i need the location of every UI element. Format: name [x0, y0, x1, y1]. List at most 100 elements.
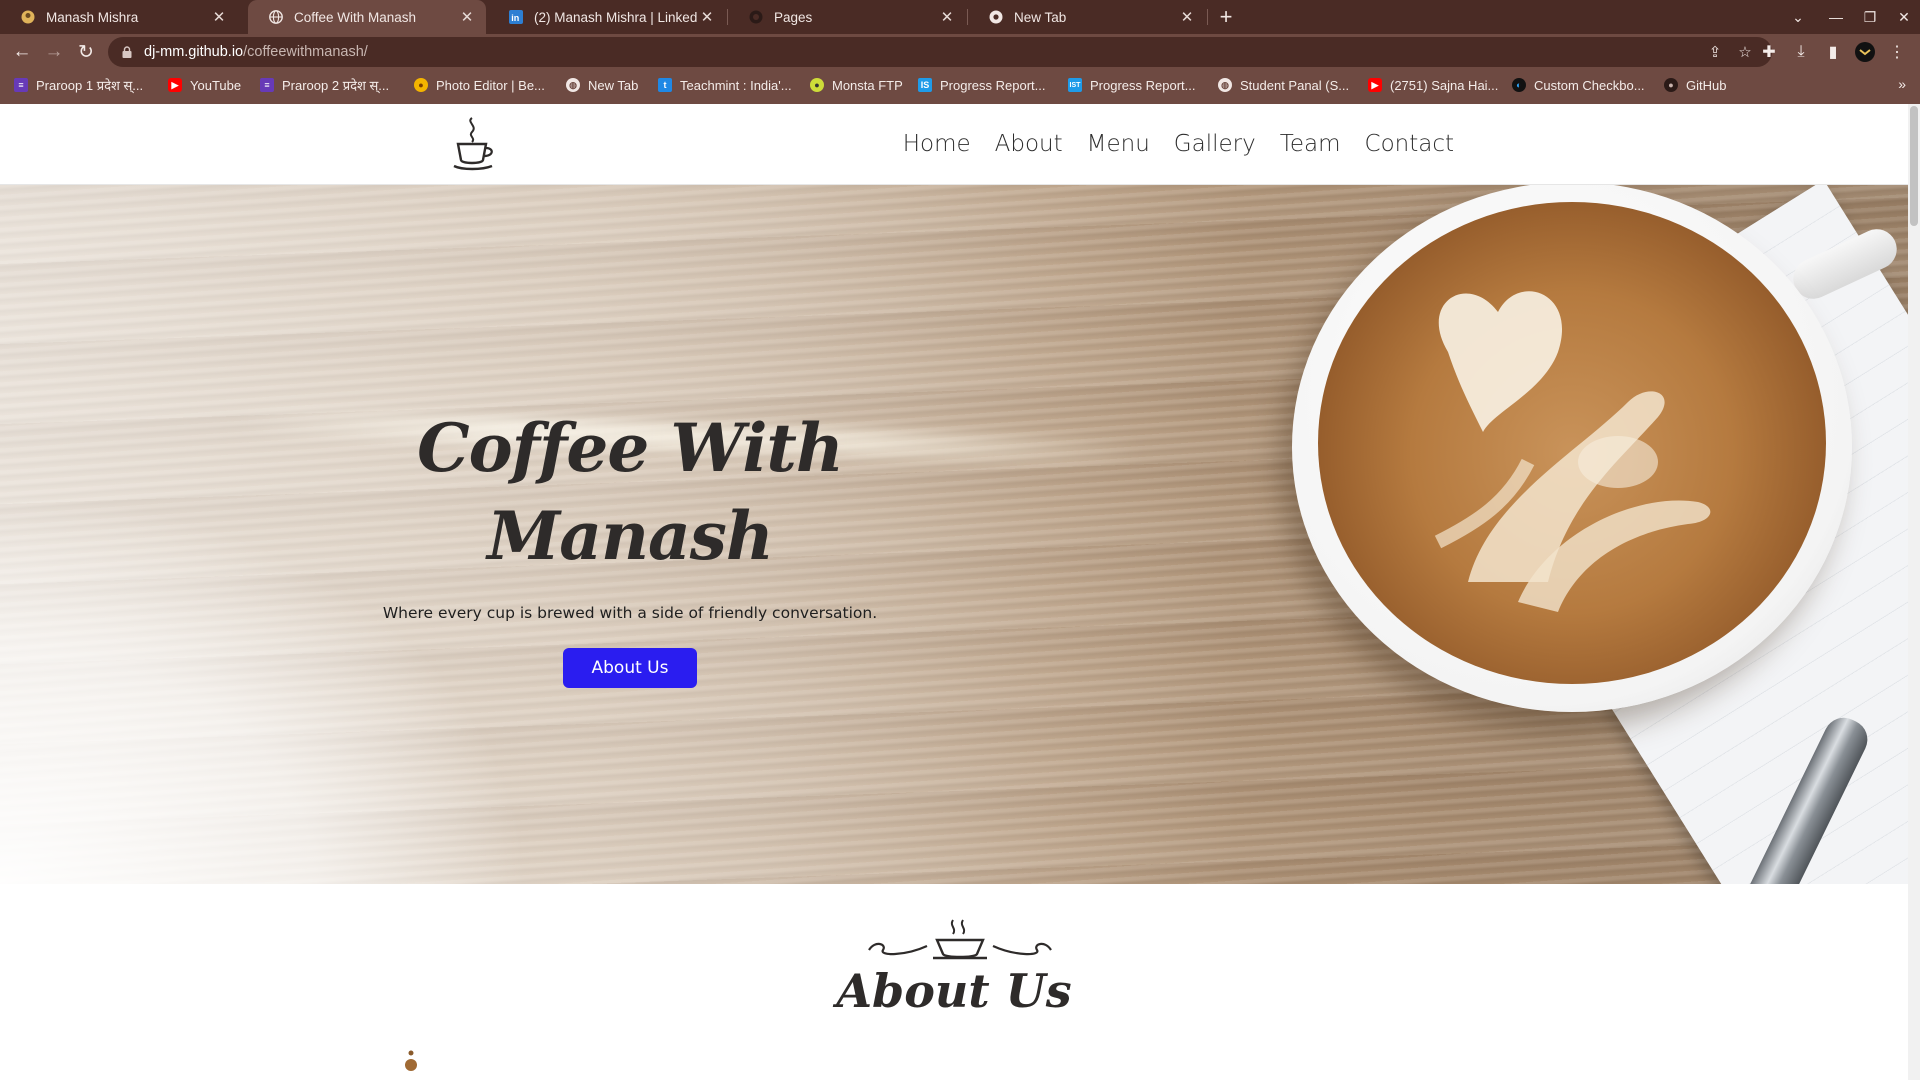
close-icon[interactable]: ✕	[698, 8, 716, 26]
close-icon[interactable]: ✕	[1178, 8, 1196, 26]
site-header: Home About Menu Gallery Team Contact	[0, 104, 1908, 185]
hero-title: Coffee With Manash	[380, 404, 880, 580]
bookmark-label: Custom Checkbo...	[1534, 77, 1645, 93]
tab-title: Pages	[774, 9, 813, 25]
codepen-icon: ◐	[1512, 78, 1526, 92]
bookmark-label: Student Panal (S...	[1240, 77, 1350, 93]
about-title: About Us	[836, 964, 1072, 1018]
hero-content: Coffee With Manash Where every cup is br…	[380, 404, 880, 688]
tab-new-tab[interactable]: New Tab ✕	[968, 0, 1206, 34]
url-host: dj-mm.github.io	[144, 44, 244, 60]
bookmark-item[interactable]: ≡ Praroop 2 प्रदेश स्...	[260, 70, 389, 100]
close-window-icon[interactable]: ✕	[1888, 0, 1920, 34]
bookmark-label: Progress Report...	[1090, 77, 1196, 93]
bookmark-label: Praroop 1 प्रदेश स्...	[36, 78, 144, 93]
ftp-icon: ●	[810, 78, 824, 92]
bookmark-label: YouTube	[190, 77, 242, 93]
download-icon[interactable]: ⤓	[1788, 40, 1814, 64]
nav-menu[interactable]: Menu	[1087, 131, 1150, 157]
share-icon[interactable]: ⇪	[1702, 37, 1728, 67]
tab-pages[interactable]: Pages ✕	[728, 0, 966, 34]
menu-kebab-icon[interactable]: ⋮	[1884, 40, 1910, 64]
tab-linkedin[interactable]: in (2) Manash Mishra | LinkedIn ✕	[488, 0, 726, 34]
bookmark-item[interactable]: ◍ New Tab	[566, 70, 638, 100]
bookmark-label: (2751) Sajna Hai...	[1390, 77, 1499, 93]
chrome-icon	[988, 9, 1004, 25]
hero-subtitle: Where every cup is brewed with a side of…	[382, 604, 878, 622]
close-icon[interactable]: ✕	[210, 8, 228, 26]
bookmark-label: Teachmint : India'...	[680, 77, 792, 93]
tab-coffee-with-manash[interactable]: Coffee With Manash ✕	[248, 0, 486, 34]
tab-title: New Tab	[1014, 9, 1067, 25]
coffee-cup-logo-icon[interactable]	[450, 114, 496, 172]
bookmark-label: Praroop 2 प्रदेश स्...	[282, 78, 390, 93]
globe-icon: ◍	[566, 78, 580, 92]
bookmark-item[interactable]: ◍ Student Panal (S...	[1218, 70, 1349, 100]
side-panel-icon[interactable]: ▮	[1820, 40, 1846, 64]
linkedin-icon: in	[508, 9, 524, 25]
bookmark-star-icon[interactable]: ☆	[1732, 37, 1758, 67]
bookmarks-overflow-chevron-icon[interactable]: »	[1898, 76, 1906, 92]
extensions-puzzle-icon[interactable]: ✚	[1756, 40, 1782, 64]
new-tab-plus-icon[interactable]: +	[1213, 4, 1239, 30]
teachmint-icon: t	[658, 78, 672, 92]
minimize-icon[interactable]: —	[1820, 0, 1852, 34]
forms-icon: ≡	[14, 78, 28, 92]
bookmark-item[interactable]: ● GitHub	[1664, 70, 1726, 100]
bookmark-label: Progress Report...	[940, 77, 1046, 93]
about-section: About Us	[0, 884, 1908, 1080]
bookmarks-bar: ≡ Praroop 1 प्रदेश स्... ▶ YouTube ≡ Praroo…	[0, 70, 1920, 105]
bookmark-item[interactable]: IS Progress Report...	[918, 70, 1046, 100]
nav-gallery[interactable]: Gallery	[1174, 131, 1256, 157]
nav-home[interactable]: Home	[903, 131, 971, 157]
profile-avatar-icon[interactable]	[1852, 40, 1878, 64]
nav-team[interactable]: Team	[1280, 131, 1341, 157]
forward-arrow-icon[interactable]: →	[42, 40, 66, 64]
youtube-icon: ▶	[168, 78, 182, 92]
bookmark-label: GitHub	[1686, 77, 1727, 93]
profile-favicon-icon	[20, 9, 36, 25]
bookmark-item[interactable]: IST Progress Report...	[1068, 70, 1196, 100]
close-icon[interactable]: ✕	[938, 8, 956, 26]
bookmark-item[interactable]: t Teachmint : India'...	[658, 70, 792, 100]
page-scrollbar[interactable]	[1908, 104, 1920, 1080]
globe-icon: ◍	[1218, 78, 1232, 92]
bookmark-item[interactable]: ● Photo Editor | Be...	[414, 70, 545, 100]
globe-icon	[268, 9, 284, 25]
bookmark-label: Monsta FTP	[832, 77, 903, 93]
github-icon: ●	[1664, 78, 1678, 92]
bookmark-item[interactable]: ◐ Custom Checkbo...	[1512, 70, 1645, 100]
bookmark-label: New Tab	[588, 77, 639, 93]
url-path: /coffeewithmanash/	[243, 44, 368, 60]
page-viewport: Home About Menu Gallery Team Contact Cof…	[0, 104, 1920, 1080]
tab-search-chevron-icon[interactable]: ⌄	[1782, 0, 1814, 34]
tab-title: Manash Mishra	[46, 9, 139, 25]
address-bar[interactable]: dj-mm.github.io/coffeewithmanash/ ⇪ ☆	[108, 37, 1772, 67]
back-arrow-icon[interactable]: ←	[10, 40, 34, 64]
nav-contact[interactable]: Contact	[1365, 131, 1454, 157]
close-icon[interactable]: ✕	[458, 8, 476, 26]
forms-icon: ≡	[260, 78, 274, 92]
coffee-bean-icon	[405, 1050, 417, 1071]
browser-tabstrip: Manash Mishra ✕ Coffee With Manash ✕ in …	[0, 0, 1920, 34]
coffee-divider-icon	[868, 919, 1052, 960]
bookmark-item[interactable]: ▶ (2751) Sajna Hai...	[1368, 70, 1498, 100]
url-text: dj-mm.github.io/coffeewithmanash/	[144, 44, 368, 60]
bookmark-item[interactable]: ▶ YouTube	[168, 70, 241, 100]
scrollbar-thumb[interactable]	[1910, 106, 1918, 226]
tab-title: (2) Manash Mishra | LinkedIn	[534, 9, 698, 25]
lock-icon[interactable]	[120, 46, 134, 58]
tab-manash-mishra[interactable]: Manash Mishra ✕	[0, 0, 238, 34]
bookmark-item[interactable]: ≡ Praroop 1 प्रदेश स्...	[14, 70, 143, 100]
main-nav: Home About Menu Gallery Team Contact	[903, 104, 1454, 184]
hero-title-line2: Manash	[487, 497, 774, 575]
hero-overlay	[0, 184, 1908, 884]
nav-about[interactable]: About	[995, 131, 1063, 157]
bookmark-item[interactable]: ● Monsta FTP	[810, 70, 903, 100]
reload-icon[interactable]: ↻	[74, 40, 98, 64]
browser-toolbar: ← → ↻ dj-mm.github.io/coffeewithmanash/ …	[0, 34, 1920, 70]
is-icon: IS	[918, 78, 932, 92]
restore-icon[interactable]: ❐	[1854, 0, 1886, 34]
about-us-button[interactable]: About Us	[562, 648, 698, 688]
photo-editor-icon: ●	[414, 78, 428, 92]
